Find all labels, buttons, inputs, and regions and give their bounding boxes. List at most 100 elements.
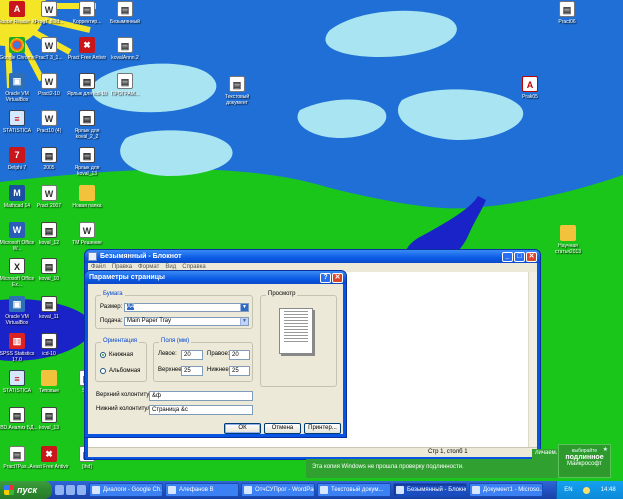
left-margin-input[interactable]: 20 bbox=[181, 350, 203, 360]
landscape-radio[interactable] bbox=[100, 368, 106, 374]
dialog-close-button[interactable]: ✕ bbox=[332, 272, 343, 283]
app-icon: ▤ bbox=[79, 1, 95, 17]
close-button[interactable]: ✕ bbox=[526, 251, 537, 262]
right-margin-input[interactable]: 20 bbox=[229, 350, 250, 360]
header-label: Верхний колонтитул: bbox=[96, 392, 155, 398]
dialog-titlebar[interactable]: Параметры страницы ? ✕ bbox=[85, 271, 346, 284]
header-input[interactable]: &ф bbox=[149, 391, 253, 401]
app-icon: W bbox=[41, 1, 57, 17]
portrait-label: Книжная bbox=[109, 352, 134, 358]
chevron-down-icon[interactable]: ▼ bbox=[240, 318, 248, 325]
desktop-icon-label: Pract06 bbox=[558, 19, 576, 25]
cancel-button[interactable]: Отмена bbox=[264, 423, 301, 434]
orientation-group-title: Ориентация bbox=[101, 338, 140, 344]
taskbar-button[interactable]: Безымянный - Блокнот bbox=[393, 483, 467, 497]
vertical-scrollbar[interactable] bbox=[528, 272, 537, 447]
size-select[interactable]: A4 ▼ bbox=[124, 303, 249, 312]
desktop-icon[interactable]: ▤ Pract06 bbox=[545, 1, 589, 25]
quick-launch-icon[interactable] bbox=[77, 485, 86, 495]
desktop-icon[interactable]: ▤ icd-10 bbox=[27, 333, 71, 357]
app-icon: ▤ bbox=[41, 296, 57, 312]
language-indicator[interactable]: EN bbox=[564, 487, 572, 493]
footer-input[interactable]: Страница &c bbox=[149, 405, 253, 415]
right-margin-label: Правое: bbox=[207, 351, 230, 357]
app-icon: 7 bbox=[9, 147, 25, 163]
star-icon: ★ bbox=[602, 447, 608, 453]
app-icon: ▤ bbox=[79, 147, 95, 163]
desktop-icon-label: Текстовый документ bbox=[224, 94, 250, 106]
top-margin-input[interactable]: 25 bbox=[181, 366, 203, 376]
desktop-icon-label: ПРОГРАМ... bbox=[110, 91, 140, 97]
desktop-icon-label: Безымянный bbox=[110, 19, 140, 25]
top-margin-label: Верхнее: bbox=[158, 367, 184, 373]
desktop-icon[interactable]: ▤ ПРОГРАМ... bbox=[103, 73, 147, 97]
app-icon: W bbox=[41, 110, 57, 126]
notepad-titlebar[interactable]: Безымянный - Блокнот _ □ ✕ bbox=[85, 250, 540, 263]
notepad-statusbar: Стр 1, столб 1 bbox=[88, 447, 537, 457]
app-icon: ▥ bbox=[9, 333, 25, 349]
portrait-radio[interactable] bbox=[100, 352, 106, 358]
taskbar-button[interactable]: Текстовый докум... bbox=[317, 483, 391, 497]
printer-button[interactable]: Принтер... bbox=[304, 423, 341, 434]
quick-launch bbox=[54, 485, 87, 495]
desktop-icon-label: kovalАnnn.2 bbox=[111, 55, 139, 61]
margins-group: Поля (мм) bbox=[153, 338, 253, 382]
desktop-icon[interactable]: Научная статья2013 bbox=[546, 225, 590, 255]
taskbar-button[interactable]: Алефанов В bbox=[165, 483, 239, 497]
cursor-position: Стр 1, столб 1 bbox=[428, 449, 468, 455]
app-icon: ▤ bbox=[9, 407, 25, 423]
app-icon: ▣ bbox=[9, 73, 25, 89]
desktop-icon[interactable]: W ТМ Решение bbox=[65, 222, 109, 246]
windows-logo-icon bbox=[4, 485, 14, 495]
desktop-icon[interactable]: ▤ kovalАnnn.2 bbox=[103, 37, 147, 61]
maximize-button[interactable]: □ bbox=[514, 251, 525, 262]
margins-group-title: Поля (мм) bbox=[159, 338, 192, 344]
tray-icon[interactable] bbox=[583, 486, 591, 494]
quick-launch-icon[interactable] bbox=[55, 485, 64, 495]
app-icon: A bbox=[9, 1, 25, 17]
desktop-icon-label: Ярлык для koval_2_2 bbox=[74, 128, 100, 140]
desktop-icon[interactable]: ▤ koval_11 bbox=[27, 296, 71, 320]
desktop-icon-label: ТМ Решение bbox=[72, 240, 102, 246]
app-icon: ▤ bbox=[9, 446, 25, 462]
taskbar: пуск Диалоги - Google Ch... Алефанов В Отч… bbox=[0, 481, 623, 499]
badge-main-text: подлинное bbox=[565, 454, 604, 461]
quick-launch-icon[interactable] bbox=[66, 485, 75, 495]
chevron-down-icon[interactable]: ▼ bbox=[240, 304, 248, 311]
notification-tail-text: личаем. bbox=[535, 450, 558, 456]
help-button[interactable]: ? bbox=[320, 272, 331, 283]
taskbar-button[interactable]: ОтчСУПрог - WordPad bbox=[241, 483, 315, 497]
desktop-icon[interactable]: ▤ Безымянный bbox=[103, 1, 147, 25]
ok-button[interactable]: ОК bbox=[224, 423, 261, 434]
genuine-notification[interactable]: Эта копия Windows не прошла проверку под… bbox=[306, 459, 558, 478]
source-select[interactable]: Main Paper Tray ▼ bbox=[124, 317, 249, 326]
app-icon: ▤ bbox=[79, 110, 95, 126]
app-icon bbox=[560, 225, 576, 241]
app-icon: ✖ bbox=[79, 37, 95, 53]
source-label: Подача: bbox=[100, 318, 123, 324]
dialog-body: Бумага Размер: A4 ▼ Подача: Main Paper T… bbox=[88, 284, 343, 434]
desktop-icon[interactable]: ▤ Ярлык для koval_13 bbox=[65, 147, 109, 177]
desktop-icon[interactable]: ▤ koval_10 bbox=[27, 258, 71, 282]
app-icon: ▣ bbox=[9, 296, 25, 312]
app-icon: ▤ bbox=[41, 407, 57, 423]
desktop-icon-label: [ihd] bbox=[82, 464, 92, 470]
desktop-icon[interactable]: ▤ Ярлык для koval_2_2 bbox=[65, 110, 109, 140]
desktop-icon[interactable]: A Prak05 bbox=[508, 76, 552, 100]
desktop-icon[interactable]: Новая папка bbox=[65, 185, 109, 209]
page-setup-dialog[interactable]: Параметры страницы ? ✕ Бумага Размер: A4… bbox=[84, 270, 347, 438]
start-label: пуск bbox=[17, 485, 38, 495]
bottom-margin-input[interactable]: 25 bbox=[229, 366, 250, 376]
desktop-icon[interactable]: ▤ koval_13 bbox=[27, 407, 71, 431]
taskbar-button[interactable]: Диалоги - Google Ch... bbox=[89, 483, 163, 497]
app-icon bbox=[9, 37, 25, 53]
desktop-icon[interactable]: ▤ Текстовый документ bbox=[215, 76, 259, 106]
minimize-button[interactable]: _ bbox=[502, 251, 513, 262]
paper-group-title: Бумага bbox=[101, 291, 125, 297]
taskbar-button[interactable]: Документ1 - Microso... bbox=[469, 483, 543, 497]
system-tray: EN 14:48 bbox=[556, 481, 623, 499]
start-button[interactable]: пуск bbox=[0, 481, 52, 499]
notepad-title: Безымянный - Блокнот bbox=[100, 253, 182, 260]
genuine-badge[interactable]: ★ выбирайте подлинное Майкрософт bbox=[558, 444, 611, 478]
app-icon: ▤ bbox=[117, 73, 133, 89]
